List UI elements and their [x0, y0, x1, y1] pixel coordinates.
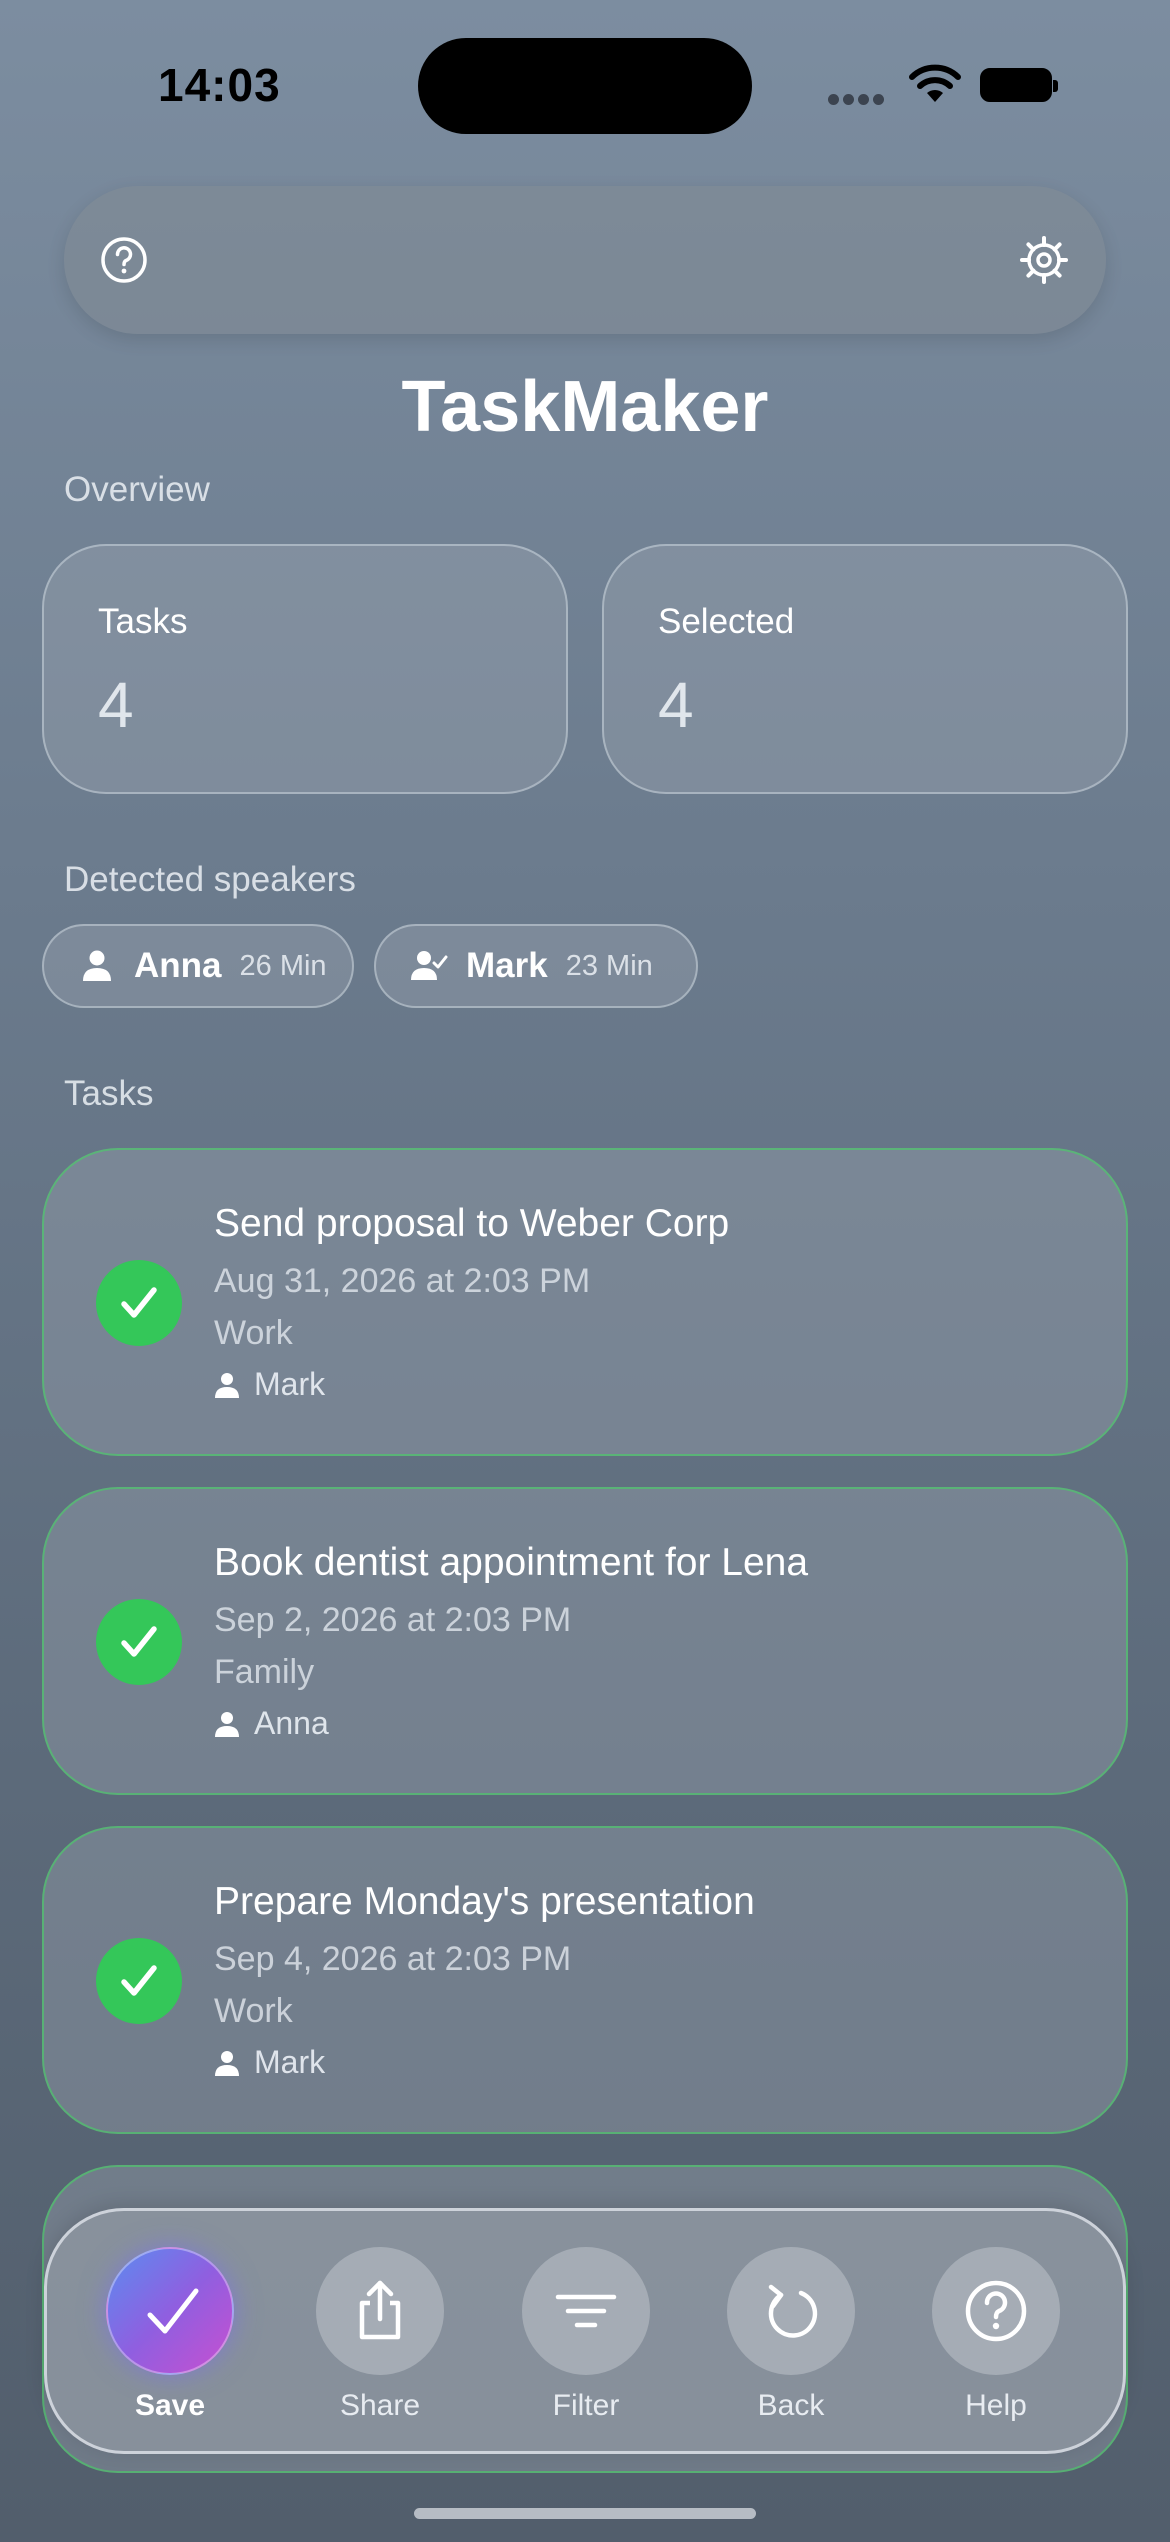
- overview-heading: Overview: [64, 470, 210, 509]
- task-assignee-name: Mark: [254, 2044, 326, 2080]
- filter-button[interactable]: Filter: [521, 2247, 651, 2423]
- wifi-icon: [909, 64, 961, 102]
- task-card[interactable]: Prepare Monday's presentation Sep 4, 202…: [42, 1826, 1128, 2134]
- person-icon: [215, 1372, 239, 1398]
- checkmark-icon: [147, 2288, 199, 2334]
- home-indicator[interactable]: [414, 2508, 756, 2519]
- speakers-heading: Detected speakers: [64, 860, 356, 899]
- tasks-heading: Tasks: [64, 1074, 154, 1113]
- tasks-count-label: Tasks: [98, 602, 188, 641]
- share-label: Share: [339, 2389, 421, 2422]
- status-time: 14:03: [158, 59, 281, 111]
- task-category: Family: [214, 1653, 315, 1691]
- speaker-duration: 26 Min: [239, 949, 327, 982]
- task-due-date: Sep 4, 2026 at 2:03 PM: [214, 1940, 572, 1978]
- task-due-date: Sep 2, 2026 at 2:03 PM: [214, 1601, 572, 1639]
- task-assignee-name: Anna: [254, 1705, 329, 1741]
- person-check-icon: [411, 951, 448, 980]
- help-button-circle[interactable]: [932, 2247, 1060, 2375]
- save-button-circle[interactable]: [106, 2247, 234, 2375]
- task-title: Send proposal to Weber Corp: [214, 1202, 730, 1245]
- tasks-count-card: Tasks 4: [42, 544, 568, 794]
- task-card[interactable]: Book dentist appointment for Lena Sep 2,…: [42, 1487, 1128, 1795]
- filter-icon: [555, 2294, 617, 2328]
- task-category: Work: [214, 1314, 293, 1352]
- help-label: Help: [965, 2389, 1027, 2422]
- speaker-name: Mark: [466, 946, 548, 985]
- checkmark-icon: [121, 1965, 157, 1996]
- speaker-duration: 23 Min: [565, 949, 653, 982]
- speaker-chip-anna[interactable]: Anna 26 Min: [42, 924, 354, 1008]
- help-button[interactable]: Help: [931, 2247, 1061, 2423]
- undo-icon: [768, 2284, 818, 2338]
- share-button[interactable]: Share: [315, 2247, 445, 2423]
- save-button[interactable]: Save: [105, 2247, 235, 2423]
- task-card[interactable]: Send proposal to Weber Corp Aug 31, 2026…: [42, 1148, 1128, 1456]
- top-toolbar: [64, 186, 1106, 334]
- dynamic-island: [418, 38, 752, 134]
- help-icon: [965, 2280, 1027, 2342]
- task-checkbox[interactable]: [96, 1938, 182, 2024]
- filter-button-circle[interactable]: [522, 2247, 650, 2375]
- task-assignee: Mark: [214, 2044, 325, 2081]
- task-assignee: Mark: [214, 1366, 325, 1403]
- back-label: Back: [757, 2389, 825, 2422]
- task-checkbox[interactable]: [96, 1599, 182, 1685]
- back-button-circle[interactable]: [727, 2247, 855, 2375]
- person-icon: [83, 950, 111, 981]
- selected-count-label: Selected: [658, 602, 795, 641]
- battery-icon: [980, 68, 1058, 102]
- share-icon: [359, 2280, 401, 2340]
- cellular-signal-icon: [828, 92, 888, 110]
- gear-icon[interactable]: [1018, 234, 1070, 286]
- app-title: TaskMaker: [401, 367, 769, 447]
- checkmark-icon: [121, 1626, 157, 1657]
- task-title: Book dentist appointment for Lena: [214, 1541, 809, 1584]
- task-checkbox[interactable]: [96, 1260, 182, 1346]
- task-due-date: Aug 31, 2026 at 2:03 PM: [214, 1262, 591, 1300]
- speaker-name: Anna: [134, 946, 222, 985]
- status-bar: 14:03: [0, 0, 1170, 150]
- save-label: Save: [134, 2389, 206, 2422]
- speaker-chip-mark[interactable]: Mark 23 Min: [374, 924, 698, 1008]
- filter-label: Filter: [552, 2389, 620, 2422]
- help-icon[interactable]: [100, 236, 148, 284]
- task-category: Work: [214, 1992, 293, 2030]
- person-icon: [215, 2050, 239, 2076]
- tasks-count-value: 4: [98, 669, 134, 741]
- checkmark-icon: [121, 1287, 157, 1318]
- task-assignee: Anna: [214, 1705, 329, 1742]
- selected-count-card: Selected 4: [602, 544, 1128, 794]
- selected-count-value: 4: [658, 669, 694, 741]
- bottom-action-bar: Save Share Filter Back Help: [44, 2208, 1126, 2454]
- task-assignee-name: Mark: [254, 1366, 326, 1402]
- task-title: Prepare Monday's presentation: [214, 1880, 755, 1923]
- person-icon: [215, 1711, 239, 1737]
- share-button-circle[interactable]: [316, 2247, 444, 2375]
- back-button[interactable]: Back: [726, 2247, 856, 2423]
